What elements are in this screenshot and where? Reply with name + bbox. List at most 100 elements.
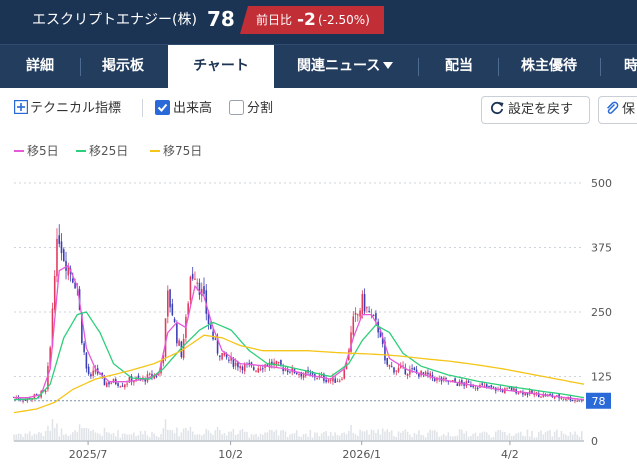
volume-bar [567, 435, 569, 441]
candle-body [395, 370, 398, 372]
volume-bar [35, 434, 38, 441]
volume-bar [311, 437, 314, 441]
volume-bar [277, 435, 280, 441]
legend-swatch [14, 150, 24, 152]
volume-bar [556, 429, 558, 441]
volume-bar [535, 437, 538, 441]
tab-chart[interactable]: チャート [168, 45, 274, 88]
volume-bar [110, 434, 113, 441]
candle-body [178, 340, 180, 346]
y-tick-label: 0 [591, 435, 598, 448]
volume-bar [38, 432, 40, 441]
volume-bar [533, 437, 536, 441]
candle-body [24, 399, 27, 401]
tab-board[interactable]: 掲示板 [102, 45, 144, 88]
reset-settings-button[interactable]: 設定を戻す [481, 96, 590, 124]
volume-checkbox[interactable]: 出来高 [155, 100, 212, 117]
volume-bar [99, 434, 101, 441]
tab-dividend[interactable]: 配当 [445, 45, 473, 88]
technical-indicator-button[interactable]: テクニカル指標 [13, 99, 121, 117]
tab-timeseries[interactable]: 時 [624, 45, 637, 88]
volume-bar [363, 431, 366, 441]
volume-bar [62, 434, 65, 441]
candle-body [221, 352, 223, 360]
candle-body [406, 373, 409, 377]
tab-label: 時 [624, 58, 637, 74]
candle-body [117, 383, 119, 387]
plus-box-icon [13, 99, 29, 115]
volume-bar [232, 428, 235, 441]
candle-body [53, 275, 56, 310]
volume-bar [490, 437, 493, 441]
candle-body [241, 366, 244, 371]
volume-bar [135, 436, 137, 441]
price-chart[interactable]: 500 375 250 125 0 2025/7 10/2 2026/1 4/2 78 [0, 160, 637, 476]
candle-body [329, 379, 332, 381]
volume-bar [461, 429, 463, 441]
volume-bar [153, 433, 156, 441]
volume-bar [19, 433, 22, 441]
volume-bar [42, 436, 45, 441]
candle-body [549, 394, 551, 396]
volume-bar [571, 434, 574, 441]
candle-body [508, 387, 511, 389]
volume-bar [155, 435, 158, 441]
candle-body [336, 381, 339, 383]
volume-bar [214, 430, 217, 441]
volume-bar [467, 436, 470, 441]
legend-swatch [76, 150, 86, 152]
volume-bar [241, 428, 244, 441]
volume-bar [255, 433, 257, 441]
split-checkbox[interactable]: 分割 [229, 100, 273, 117]
candle-body [433, 378, 436, 381]
candle-body [277, 361, 280, 363]
volume-bar [167, 429, 169, 441]
volume-bar [203, 434, 205, 441]
volume-bar [291, 433, 294, 441]
candle-body [83, 343, 85, 353]
volume-bar [388, 431, 391, 441]
candle-body [167, 290, 169, 317]
candle-body [198, 282, 201, 295]
candle-body [262, 368, 264, 370]
volume-bar [406, 431, 409, 441]
candle-body [467, 381, 470, 383]
candle-body [540, 396, 542, 398]
tab-details[interactable]: 詳細 [26, 45, 54, 88]
volume-bar [81, 428, 83, 441]
volume-bar [96, 433, 99, 441]
candle-body [429, 372, 431, 377]
volume-bar [343, 432, 346, 441]
volume-bar [13, 434, 15, 441]
volume-bar [105, 431, 108, 441]
volume-bar [205, 428, 208, 441]
volume-bar [549, 430, 551, 441]
volume-bar [442, 434, 445, 441]
candle-body [155, 375, 158, 377]
volume-bar [540, 430, 542, 441]
chart-svg[interactable]: 500 375 250 125 0 2025/7 10/2 2026/1 4/2 78 [0, 160, 637, 476]
volume-bar [336, 434, 339, 441]
candle-body [85, 352, 88, 369]
tab-shareholder-benefits[interactable]: 株主優待 [521, 45, 577, 88]
volume-bar [565, 434, 567, 441]
candle-body [58, 235, 61, 244]
volume-bar [219, 430, 221, 441]
volume-bar [456, 435, 459, 441]
candle-body [176, 323, 178, 344]
price-change-badge: 前日比 -2 (-2.50%) [240, 6, 384, 34]
volume-bar [24, 433, 27, 441]
volume-bar [422, 435, 425, 441]
tab-news[interactable]: 関連ニュース [297, 45, 394, 88]
volume-bar [424, 437, 427, 441]
volume-bar [182, 428, 185, 441]
volume-bar [78, 424, 81, 441]
stock-price: 78 [207, 7, 235, 31]
volume-bar [479, 433, 481, 441]
save-button[interactable]: 保 [598, 96, 637, 124]
refresh-icon [491, 101, 504, 115]
volume-bar [15, 434, 18, 441]
candle-body [492, 386, 495, 388]
candle-body [126, 383, 128, 385]
volume-bar [402, 431, 404, 441]
